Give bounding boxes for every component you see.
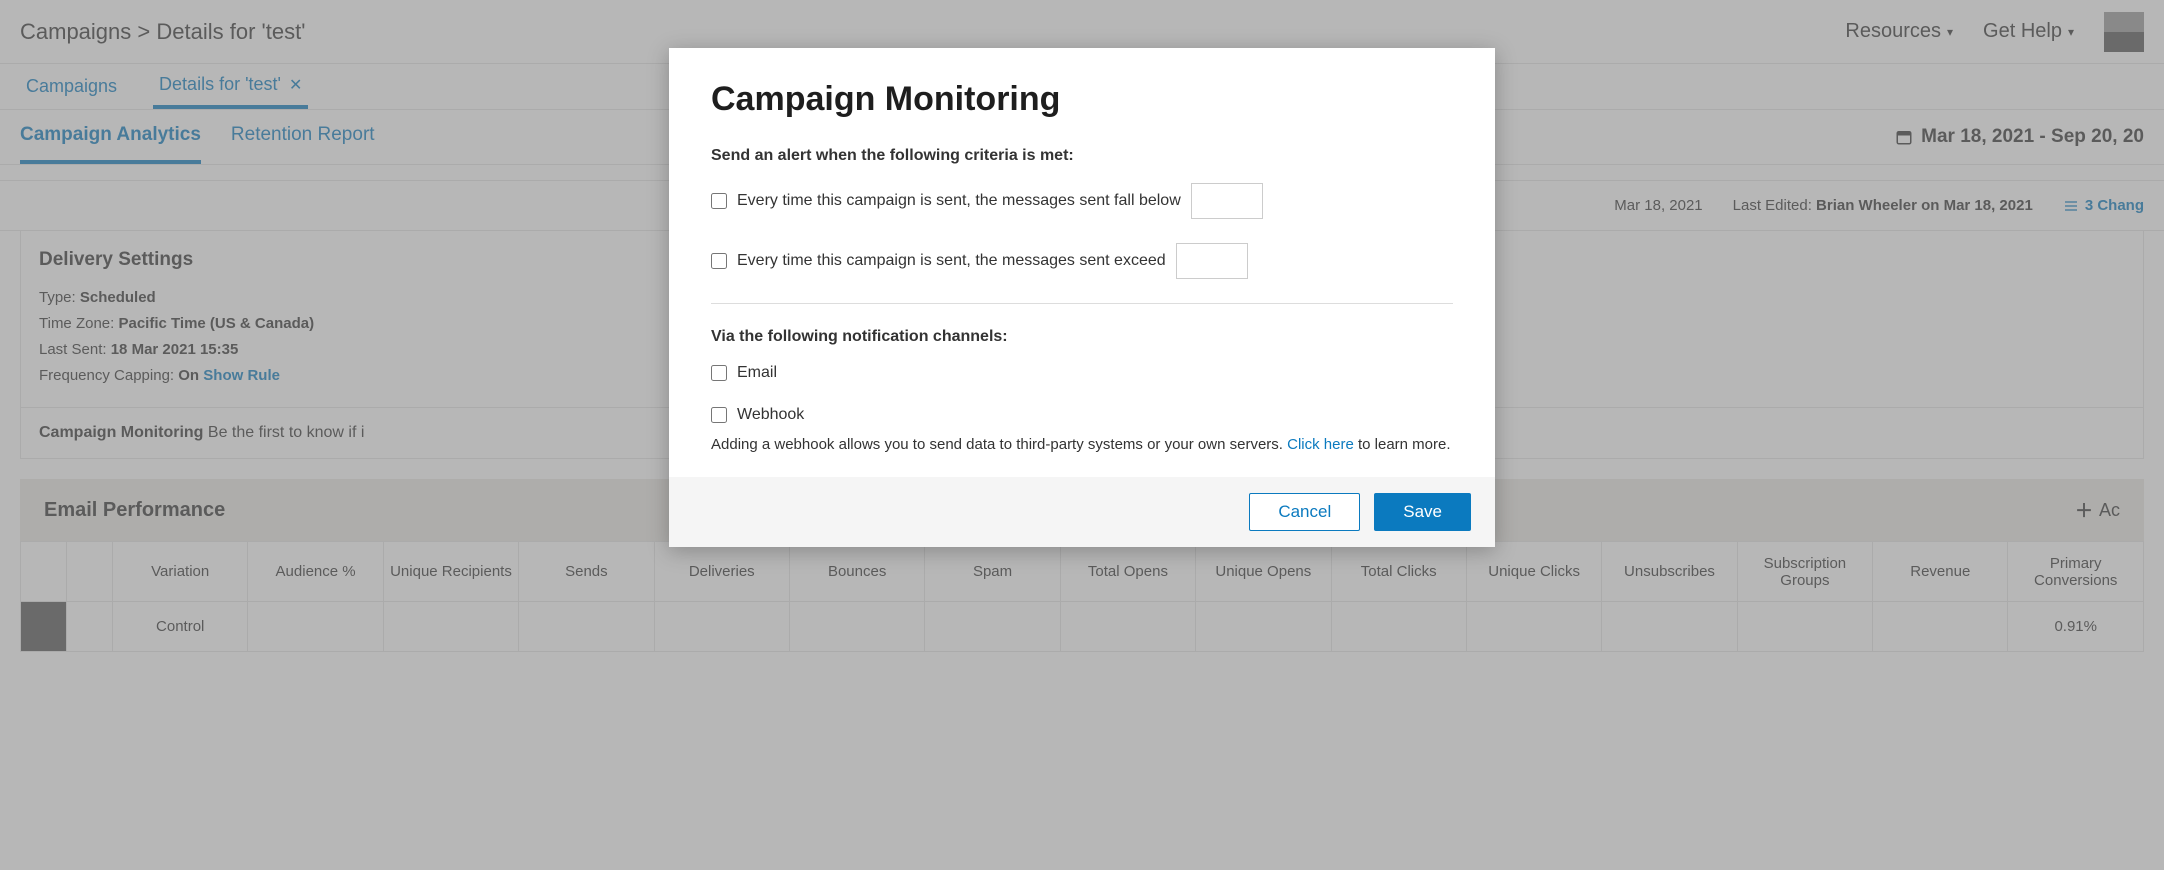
criteria-label: Send an alert when the following criteri…	[711, 147, 1453, 165]
modal-divider	[711, 303, 1453, 304]
checkbox-webhook[interactable]	[711, 407, 727, 423]
save-button[interactable]: Save	[1374, 493, 1471, 531]
input-below-threshold[interactable]	[1191, 183, 1263, 219]
checkbox-exceed[interactable]	[711, 253, 727, 269]
checkbox-below[interactable]	[711, 193, 727, 209]
option-webhook-text: Webhook	[737, 406, 804, 424]
option-exceed: Every time this campaign is sent, the me…	[711, 243, 1453, 279]
checkbox-email[interactable]	[711, 365, 727, 381]
webhook-helper: Adding a webhook allows you to send data…	[711, 434, 1453, 457]
helper-prefix: Adding a webhook allows you to send data…	[711, 436, 1287, 453]
option-below: Every time this campaign is sent, the me…	[711, 183, 1453, 219]
helper-suffix: to learn more.	[1354, 436, 1451, 453]
option-exceed-text: Every time this campaign is sent, the me…	[737, 252, 1166, 270]
option-webhook: Webhook	[711, 406, 1453, 424]
cancel-button[interactable]: Cancel	[1249, 493, 1360, 531]
option-email: Email	[711, 364, 1453, 382]
modal-title: Campaign Monitoring	[711, 80, 1453, 119]
input-exceed-threshold[interactable]	[1176, 243, 1248, 279]
channels-label: Via the following notification channels:	[711, 328, 1453, 346]
campaign-monitoring-modal: Campaign Monitoring Send an alert when t…	[669, 48, 1495, 547]
option-email-text: Email	[737, 364, 777, 382]
option-below-text: Every time this campaign is sent, the me…	[737, 192, 1181, 210]
helper-link[interactable]: Click here	[1287, 436, 1354, 453]
